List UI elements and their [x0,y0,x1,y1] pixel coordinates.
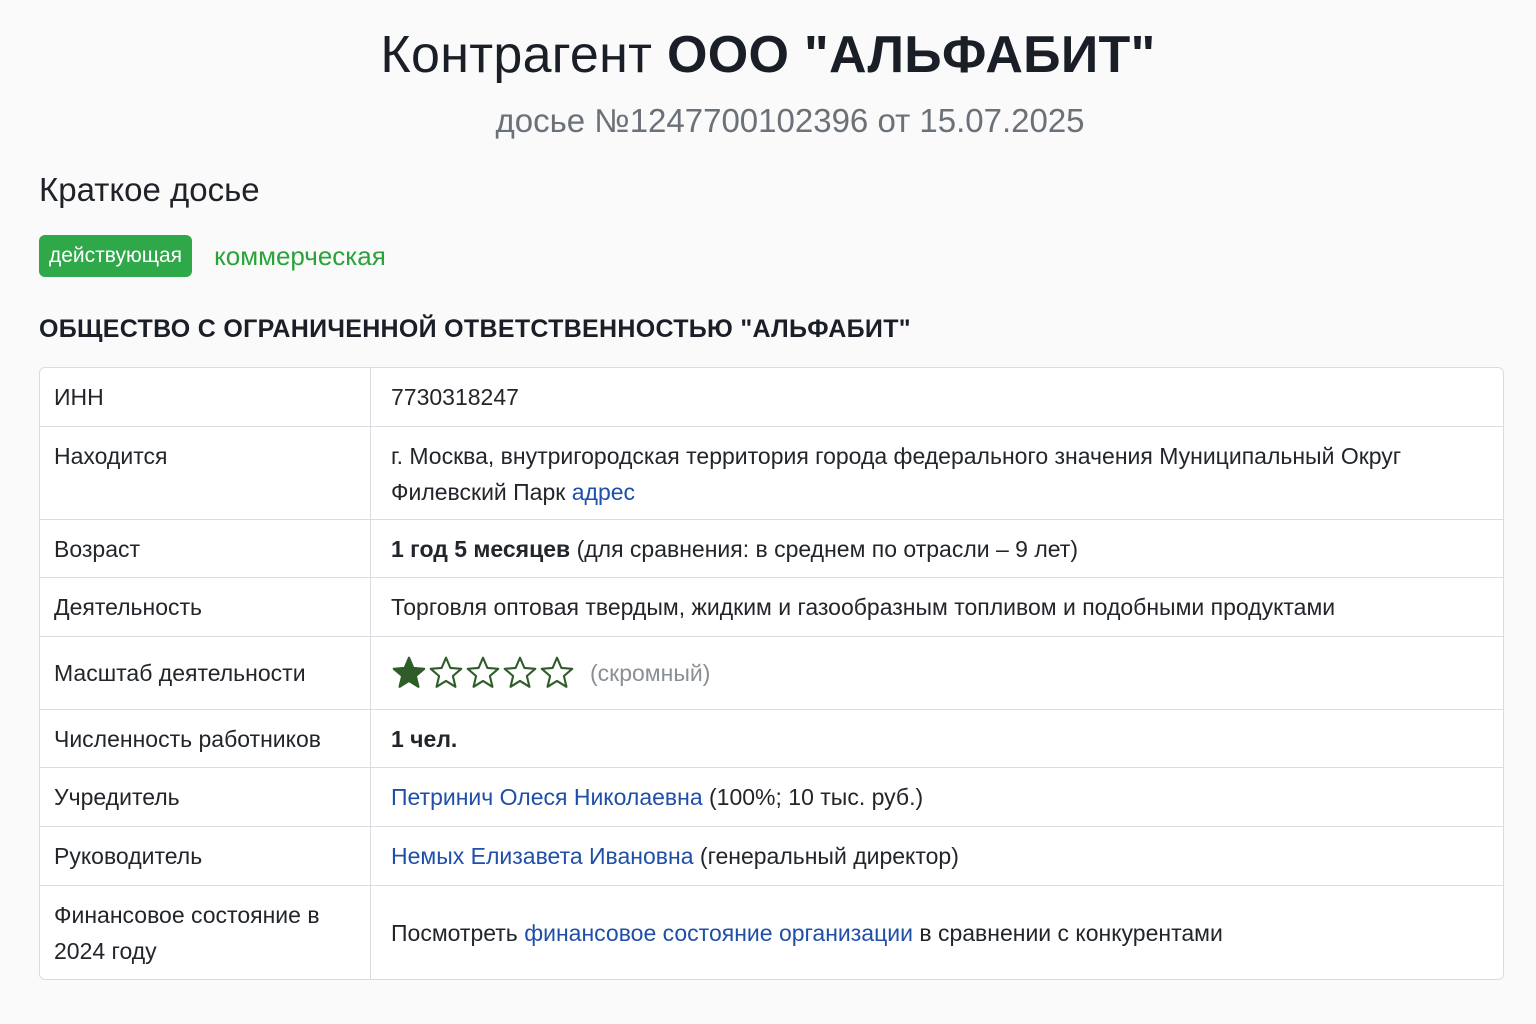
director-label: Руководитель [40,827,371,885]
page-title: Контрагент ООО "АЛЬФАБИТ" [0,22,1536,88]
scale-stars [391,655,576,691]
director-note: (генеральный директор) [699,843,959,869]
star-empty-icon [540,656,574,688]
status-badge: действующая [39,235,193,277]
table-row-location: Находится г. Москва, внутригородская тер… [40,426,1503,519]
section-title: Краткое досье [39,171,260,208]
location-line1: г. Москва, внутригородская территория го… [391,443,1402,469]
org-type-label: коммерческая [214,241,386,271]
age-label: Возраст [40,520,371,577]
founder-link[interactable]: Петринич Олеся Николаевна [391,784,703,810]
star-empty-icon [503,656,537,688]
page: Контрагент ООО "АЛЬФАБИТ" досье №1247700… [0,0,1536,1024]
inn-label: ИНН [40,368,371,426]
scale-text: (скромный) [590,660,711,686]
finance-value: Посмотреть финансовое состояние организа… [371,886,1503,979]
location-value: г. Москва, внутригородская территория го… [371,427,1503,519]
director-link[interactable]: Немых Елизавета Ивановна [391,843,694,869]
founder-note: (100%; 10 тыс. руб.) [709,784,924,810]
activity-value: Торговля оптовая твердым, жидким и газоо… [391,594,1336,620]
table-row-finance: Финансовое состояние в 2024 году Посмотр… [40,885,1503,979]
table-row-age: Возраст 1 год 5 месяцев (для сравнения: … [40,519,1503,577]
org-full-name: ОБЩЕСТВО С ОГРАНИЧЕННОЙ ОТВЕТСТВЕННОСТЬЮ… [39,315,911,343]
table-row-scale: Масштаб деятельности (скромный) [40,636,1503,709]
star-filled-icon [392,656,426,688]
table-row-employees: Численность работников 1 чел. [40,709,1503,767]
table-row-inn: ИНН 7730318247 [40,368,1503,426]
employees-label: Численность работников [40,710,371,767]
table-row-activity: Деятельность Торговля оптовая твердым, ж… [40,577,1503,636]
founder-label: Учредитель [40,768,371,826]
title-prefix: Контрагент [380,26,653,84]
title-company-name: ООО "АЛЬФАБИТ" [667,26,1156,84]
address-link[interactable]: адрес [572,479,635,505]
star-empty-icon [429,656,463,688]
finance-prefix: Посмотреть [391,919,518,946]
director-value: Немых Елизавета Ивановна (генеральный ди… [371,827,1503,885]
details-table: ИНН 7730318247 Находится г. Москва, внут… [39,367,1504,980]
table-row-founder: Учредитель Петринич Олеся Николаевна (10… [40,767,1503,826]
scale-value: (скромный) [371,637,1503,709]
finance-label-line1: Финансовое состояние в [54,901,320,928]
inn-value: 7730318247 [391,384,519,410]
star-empty-icon [466,656,500,688]
table-row-director: Руководитель Немых Елизавета Ивановна (г… [40,826,1503,885]
location-label: Находится [40,427,371,519]
status-row: действующая коммерческая [39,235,386,277]
activity-label: Деятельность [40,578,371,636]
employees-value: 1 чел. [391,725,458,752]
scale-label: Масштаб деятельности [40,637,371,709]
dossier-subtitle: досье №1247700102396 от 15.07.2025 [495,102,1085,139]
finance-label: Финансовое состояние в 2024 году [40,886,371,979]
age-value: 1 год 5 месяцев (для сравнения: в средне… [371,520,1503,577]
age-main: 1 год 5 месяцев [391,535,571,562]
founder-value: Петринич Олеся Николаевна (100%; 10 тыс.… [371,768,1503,826]
finance-suffix: в сравнении с конкурентами [919,919,1223,946]
age-note: (для сравнения: в среднем по отрасли – 9… [576,535,1078,562]
finance-link[interactable]: финансовое состояние организации [524,920,913,946]
location-line2: Филевский Парк [391,479,566,505]
finance-label-line2: 2024 году [54,937,157,964]
